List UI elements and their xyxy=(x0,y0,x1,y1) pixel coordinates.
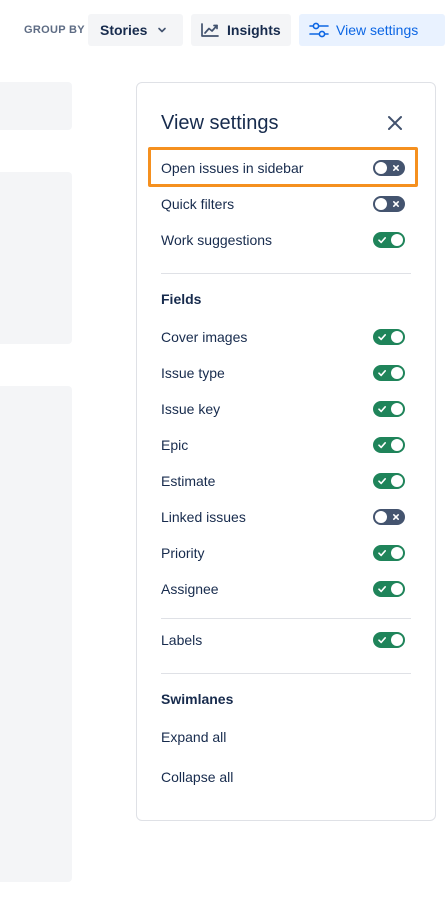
swimlanes-heading: Swimlanes xyxy=(161,691,234,707)
toggle-row-issue-key: Issue key xyxy=(161,397,407,421)
expand-all-button[interactable]: Expand all xyxy=(161,729,226,745)
check-icon xyxy=(378,478,386,485)
toggle-label: Work suggestions xyxy=(161,232,273,248)
check-icon xyxy=(378,370,386,377)
insights-label: Insights xyxy=(227,22,281,38)
open-issues-in-sidebar-toggle[interactable] xyxy=(373,160,405,176)
toggle-label: Estimate xyxy=(161,473,216,489)
toggle-row-assignee: Assignee xyxy=(161,577,407,601)
check-icon xyxy=(378,550,386,557)
check-icon xyxy=(378,586,386,593)
check-icon xyxy=(378,237,386,244)
toggle-label: Issue type xyxy=(161,365,225,381)
view-settings-label: View settings xyxy=(336,22,419,38)
view-settings-panel: View settings Open issues in sidebar Qui… xyxy=(136,82,436,821)
close-icon[interactable] xyxy=(385,113,405,133)
board-toolbar: GROUP BY Stories Insights View settings xyxy=(0,14,445,46)
assignee-toggle[interactable] xyxy=(373,581,405,597)
cross-icon xyxy=(393,514,399,520)
work-suggestions-toggle[interactable] xyxy=(373,232,405,248)
toggle-knob xyxy=(391,403,403,415)
board-card-placeholder xyxy=(0,386,72,882)
labels-toggle[interactable] xyxy=(373,632,405,648)
toggle-label: Epic xyxy=(161,437,189,453)
view-settings-button[interactable]: View settings xyxy=(299,14,445,46)
toggle-knob xyxy=(391,583,403,595)
toggle-knob xyxy=(391,475,403,487)
toggle-knob xyxy=(375,198,387,210)
toggle-row-labels: Labels xyxy=(161,628,407,652)
check-icon xyxy=(378,406,386,413)
epic-toggle[interactable] xyxy=(373,437,405,453)
quick-filters-toggle[interactable] xyxy=(373,196,405,212)
toggle-row-priority: Priority xyxy=(161,541,407,565)
toggle-knob xyxy=(391,367,403,379)
toggle-knob xyxy=(391,547,403,559)
toggle-label: Open issues in sidebar xyxy=(161,160,304,176)
cross-icon xyxy=(393,165,399,171)
check-icon xyxy=(378,637,386,644)
estimate-toggle[interactable] xyxy=(373,473,405,489)
toggle-row-quick-filters: Quick filters xyxy=(161,192,407,216)
cover-images-toggle[interactable] xyxy=(373,329,405,345)
issue-key-toggle[interactable] xyxy=(373,401,405,417)
toggle-knob xyxy=(391,234,403,246)
toggle-label: Assignee xyxy=(161,581,219,597)
toggle-knob xyxy=(391,634,403,646)
toggle-label: Linked issues xyxy=(161,509,246,525)
toggle-label: Labels xyxy=(161,632,203,648)
priority-toggle[interactable] xyxy=(373,545,405,561)
insights-button[interactable]: Insights xyxy=(191,14,291,46)
divider xyxy=(161,273,411,274)
group-by-dropdown[interactable]: Stories xyxy=(88,14,183,46)
linked-issues-toggle[interactable] xyxy=(373,509,405,525)
toggle-knob xyxy=(375,162,387,174)
group-by-value: Stories xyxy=(100,22,148,38)
cross-icon xyxy=(393,201,399,207)
toggle-row-open-issues-in-sidebar: Open issues in sidebar xyxy=(161,156,407,180)
toggle-knob xyxy=(391,439,403,451)
issue-type-toggle[interactable] xyxy=(373,365,405,381)
toggle-label: Cover images xyxy=(161,329,248,345)
toggle-row-work-suggestions: Work suggestions xyxy=(161,228,407,252)
board-card-placeholder xyxy=(0,172,72,344)
toggle-row-issue-type: Issue type xyxy=(161,361,407,385)
check-icon xyxy=(378,334,386,341)
chevron-down-icon xyxy=(158,27,166,33)
divider xyxy=(161,673,411,674)
divider xyxy=(161,618,411,619)
fields-heading: Fields xyxy=(161,291,202,307)
board-page: GROUP BY Stories Insights View settings xyxy=(0,0,445,918)
collapse-all-button[interactable]: Collapse all xyxy=(161,769,233,785)
board-card-placeholder xyxy=(0,82,72,130)
panel-title: View settings xyxy=(161,112,279,134)
toggle-row-linked-issues: Linked issues xyxy=(161,505,407,529)
toggle-label: Priority xyxy=(161,545,205,561)
sliders-icon xyxy=(309,22,329,38)
toggle-knob xyxy=(391,331,403,343)
toggle-row-estimate: Estimate xyxy=(161,469,407,493)
toggle-label: Quick filters xyxy=(161,196,235,212)
group-by-label: GROUP BY xyxy=(24,24,85,36)
toggle-row-epic: Epic xyxy=(161,433,407,457)
toggle-row-cover-images: Cover images xyxy=(161,325,407,349)
toggle-knob xyxy=(375,511,387,523)
line-chart-icon xyxy=(201,23,219,37)
check-icon xyxy=(378,442,386,449)
toggle-label: Issue key xyxy=(161,401,221,417)
